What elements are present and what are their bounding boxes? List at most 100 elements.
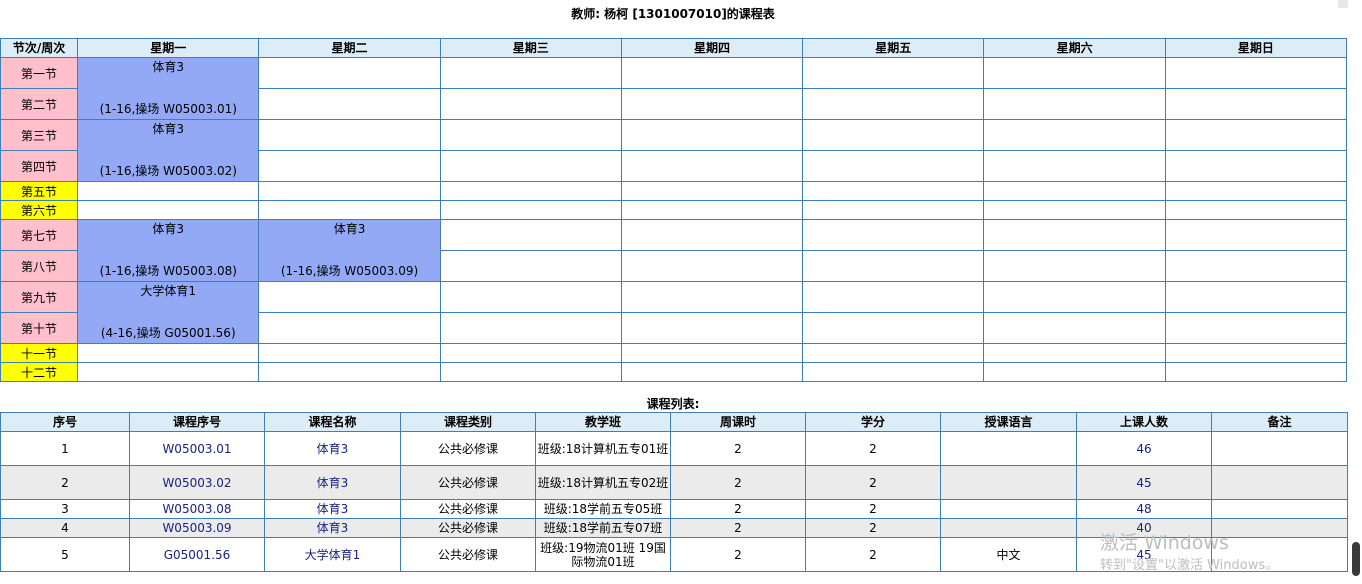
cell-type: 公共必修课	[400, 465, 536, 500]
empty-cell	[258, 281, 441, 313]
student-count-link[interactable]: 46	[1076, 431, 1212, 466]
period-label: 第六节	[0, 200, 79, 220]
cell-credit: 2	[805, 431, 941, 466]
col-header-no: 序号	[0, 412, 130, 432]
empty-cell	[802, 281, 985, 313]
empty-cell	[439, 200, 622, 220]
cell-lang	[940, 499, 1077, 519]
course-name-link[interactable]: 体育3	[264, 518, 401, 538]
empty-cell	[620, 119, 804, 151]
cell-hours: 2	[670, 518, 806, 538]
empty-cell	[1164, 181, 1348, 201]
empty-cell	[802, 362, 985, 382]
day-header-sat: 星期六	[983, 38, 1166, 58]
empty-cell	[1164, 150, 1348, 182]
course-cell[interactable]: 体育3 (1-16,操场 W05003.02)	[77, 119, 260, 182]
cell-type: 公共必修课	[400, 518, 536, 538]
cell-hours: 2	[670, 499, 806, 519]
course-cell[interactable]: 大学体育1 (4-16,操场 G05001.56)	[77, 281, 260, 344]
cell-credit: 2	[805, 465, 941, 500]
cell-type: 公共必修课	[400, 499, 536, 519]
course-name-link[interactable]: 体育3	[264, 499, 401, 519]
course-cell[interactable]: 体育3 (1-16,操场 W05003.01)	[77, 57, 260, 120]
cell-class: 班级:18学前五专07班	[535, 518, 671, 538]
course-name-link[interactable]: 大学体育1	[264, 537, 401, 572]
cell-note	[1211, 518, 1348, 538]
day-header-thu: 星期四	[620, 38, 804, 58]
cell-class: 班级:19物流01班 19国际物流01班	[535, 537, 671, 572]
period-label: 第四节	[0, 150, 79, 182]
period-label: 第五节	[0, 181, 79, 201]
course-name-link[interactable]: 体育3	[264, 465, 401, 500]
empty-cell	[983, 343, 1166, 363]
empty-cell	[258, 57, 441, 89]
col-header-note: 备注	[1211, 412, 1348, 432]
empty-cell	[620, 362, 804, 382]
empty-cell	[439, 181, 622, 201]
vertical-scrollbar-track[interactable]	[1348, 0, 1362, 584]
empty-cell	[77, 343, 260, 363]
vertical-scrollbar-thumb[interactable]	[1352, 542, 1360, 576]
course-list-title: 课程列表:	[646, 397, 700, 411]
course-info: (1-16,操场 W05003.09)	[280, 264, 419, 278]
empty-cell	[439, 362, 622, 382]
course-info: (4-16,操场 G05001.56)	[100, 326, 236, 340]
course-info: (1-16,操场 W05003.01)	[99, 102, 237, 116]
course-code-link[interactable]: G05001.56	[129, 537, 265, 572]
col-header-lang: 授课语言	[940, 412, 1077, 432]
course-code-link[interactable]: W05003.01	[129, 431, 265, 466]
empty-cell	[983, 181, 1166, 201]
cell-class: 班级:18学前五专05班	[535, 499, 671, 519]
empty-cell	[258, 150, 441, 182]
empty-cell	[1164, 362, 1348, 382]
day-header-tue: 星期二	[258, 38, 441, 58]
empty-cell	[983, 362, 1166, 382]
cell-no: 1	[0, 431, 130, 466]
col-header-count: 上课人数	[1076, 412, 1212, 432]
period-row: 第九节 大学体育1 (4-16,操场 G05001.56)	[0, 281, 1348, 344]
empty-cell	[802, 200, 985, 220]
course-cell[interactable]: 体育3 (1-16,操场 W05003.08)	[77, 219, 260, 282]
empty-cell	[439, 57, 622, 89]
empty-cell	[77, 362, 260, 382]
empty-cell	[439, 88, 622, 120]
course-name-link[interactable]: 体育3	[264, 431, 401, 466]
empty-cell	[802, 57, 985, 89]
student-count-link[interactable]: 48	[1076, 499, 1212, 519]
col-header-hours: 周课时	[670, 412, 806, 432]
course-code-link[interactable]: W05003.09	[129, 518, 265, 538]
empty-cell	[77, 181, 260, 201]
empty-cell	[1164, 119, 1348, 151]
cell-hours: 2	[670, 431, 806, 466]
empty-cell	[620, 88, 804, 120]
course-name: 体育3	[152, 60, 185, 74]
period-label: 十二节	[0, 362, 79, 382]
day-header-wed: 星期三	[439, 38, 622, 58]
empty-cell	[1164, 343, 1348, 363]
empty-cell	[620, 250, 804, 282]
cell-no: 2	[0, 465, 130, 500]
empty-cell	[983, 200, 1166, 220]
empty-cell	[258, 312, 441, 344]
cell-lang	[940, 465, 1077, 500]
period-label: 第十节	[0, 312, 79, 344]
period-label: 第一节	[0, 57, 79, 89]
course-code-link[interactable]: W05003.02	[129, 465, 265, 500]
cell-type: 公共必修课	[400, 431, 536, 466]
cell-type: 公共必修课	[400, 537, 536, 572]
cell-lang	[940, 431, 1077, 466]
empty-cell	[802, 88, 985, 120]
empty-cell	[258, 119, 441, 151]
period-row: 十二节	[0, 362, 1348, 382]
student-count-link[interactable]: 45	[1076, 465, 1212, 500]
course-code-link[interactable]: W05003.08	[129, 499, 265, 519]
course-cell[interactable]: 体育3 (1-16,操场 W05003.09)	[258, 219, 441, 282]
col-header-class: 教学班	[535, 412, 671, 432]
empty-cell	[1164, 281, 1348, 313]
empty-cell	[439, 119, 622, 151]
empty-cell	[1164, 88, 1348, 120]
empty-cell	[439, 219, 622, 251]
corner-header: 节次/周次	[0, 38, 79, 58]
schedule-header-row: 节次/周次 星期一 星期二 星期三 星期四 星期五 星期六 星期日	[0, 38, 1348, 58]
course-name: 体育3	[152, 222, 185, 236]
